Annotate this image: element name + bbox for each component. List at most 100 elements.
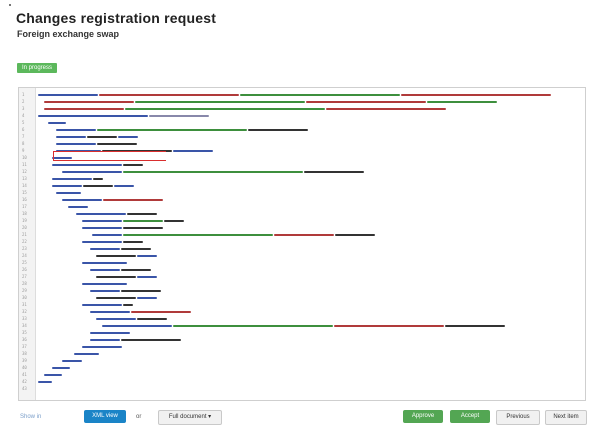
code-line [90, 329, 131, 336]
code-line [38, 91, 552, 98]
code-token [149, 115, 209, 117]
code-line [90, 308, 192, 315]
code-token [62, 199, 102, 201]
code-token [118, 136, 138, 138]
code-token [326, 108, 446, 110]
code-line [74, 350, 100, 357]
highlighted-change-underline [53, 160, 165, 161]
code-line [96, 315, 168, 322]
code-token [52, 185, 82, 187]
code-line [44, 98, 498, 105]
accept-button[interactable]: Accept [450, 410, 490, 423]
view-prefix-label: Show in [20, 414, 42, 420]
code-token [74, 353, 99, 355]
line-number: 18 [22, 211, 27, 216]
code-token [56, 136, 86, 138]
approve-button[interactable]: Approve [403, 410, 443, 423]
line-number: 13 [22, 176, 27, 181]
code-token [306, 101, 426, 103]
code-token [38, 115, 148, 117]
code-token [123, 164, 143, 166]
xml-code-editor[interactable]: 1 2 3 4 5 6 7 8 9 10 11 12 13 14 15 16 17 18 19 20 21 22 23 24 2… [18, 87, 586, 401]
code-line [62, 357, 83, 364]
code-token [123, 227, 163, 229]
xml-view-button[interactable]: XML view [84, 410, 126, 423]
format-select[interactable]: Full document ▾ [158, 410, 222, 425]
code-token [121, 290, 161, 292]
code-token [125, 108, 325, 110]
line-number: 2 [22, 99, 25, 104]
code-token [240, 94, 400, 96]
line-number: 33 [22, 316, 27, 321]
line-number: 21 [22, 232, 27, 237]
code-line [82, 217, 185, 224]
code-token [121, 269, 151, 271]
code-token [131, 311, 191, 313]
line-number: 28 [22, 281, 27, 286]
line-number: 14 [22, 183, 27, 188]
code-line [90, 266, 152, 273]
previous-button[interactable]: Previous [496, 410, 540, 425]
code-token [274, 234, 334, 236]
line-number: 15 [22, 190, 27, 195]
code-token [38, 381, 52, 383]
code-token [52, 178, 92, 180]
code-line [96, 252, 158, 259]
line-number: 30 [22, 295, 27, 300]
code-line [48, 119, 67, 126]
code-token [90, 290, 120, 292]
page-title: Changes registration request [16, 10, 217, 26]
code-line [56, 126, 309, 133]
code-token [121, 339, 181, 341]
code-token [97, 143, 137, 145]
code-token [90, 339, 120, 341]
line-number: 16 [22, 197, 27, 202]
code-line [52, 364, 71, 371]
code-token [44, 101, 134, 103]
line-number: 42 [22, 379, 27, 384]
code-line [62, 196, 164, 203]
code-token [44, 374, 62, 376]
line-number: 32 [22, 309, 27, 314]
code-line [90, 336, 182, 343]
code-token [82, 283, 127, 285]
code-line [82, 238, 144, 245]
code-line [56, 189, 82, 196]
line-number: 11 [22, 162, 27, 167]
code-line [82, 343, 123, 350]
line-number: 1 [22, 92, 25, 97]
code-content[interactable] [38, 91, 581, 396]
code-token [99, 94, 239, 96]
code-token [52, 164, 122, 166]
code-line [38, 112, 210, 119]
code-token [123, 234, 273, 236]
code-token [123, 220, 163, 222]
line-number: 36 [22, 337, 27, 342]
code-line [76, 210, 158, 217]
code-token [90, 311, 130, 313]
line-number: 4 [22, 113, 25, 118]
code-line [56, 140, 138, 147]
code-token [173, 150, 213, 152]
code-line [38, 378, 53, 385]
line-number: 35 [22, 330, 27, 335]
code-token [427, 101, 497, 103]
code-token [123, 171, 303, 173]
code-token [137, 318, 167, 320]
code-token [68, 206, 88, 208]
next-button[interactable]: Next item [545, 410, 587, 425]
code-token [52, 367, 70, 369]
line-number: 8 [22, 141, 25, 146]
code-token [83, 185, 113, 187]
line-number: 5 [22, 120, 25, 125]
code-token [137, 276, 157, 278]
code-token [56, 129, 96, 131]
code-line [82, 224, 164, 231]
line-number: 10 [22, 155, 27, 160]
code-line [52, 182, 135, 189]
code-token [102, 325, 172, 327]
line-number: 23 [22, 246, 27, 251]
line-number: 17 [22, 204, 27, 209]
code-token [82, 262, 127, 264]
line-number: 6 [22, 127, 25, 132]
